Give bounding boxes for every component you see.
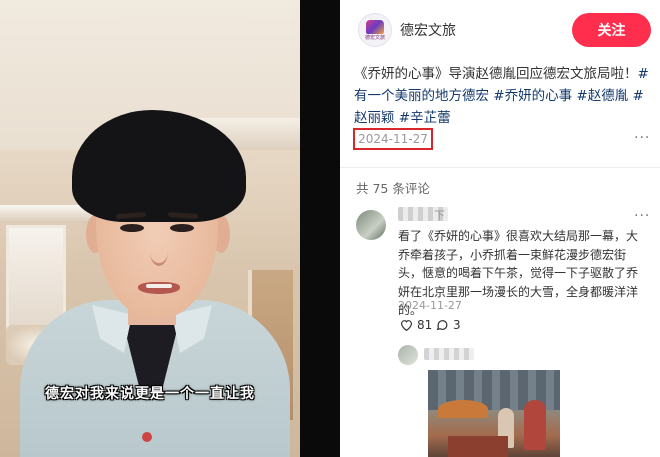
comment-bubble-icon bbox=[436, 319, 449, 331]
hashtag[interactable]: #乔妍的心事 bbox=[493, 88, 572, 104]
speaker-eye-left bbox=[120, 224, 144, 232]
note-title: 《乔妍的心事》导演赵德胤回应德宏文旅局啦！ bbox=[354, 66, 638, 82]
video-subtitle: 德宏对我来说更是一个一直让我 bbox=[45, 386, 255, 402]
photo-table bbox=[448, 436, 508, 457]
hashtag[interactable]: #辛芷蕾 bbox=[399, 110, 451, 126]
commenter-avatar[interactable] bbox=[356, 210, 386, 240]
more-dots-icon[interactable]: ··· bbox=[634, 130, 650, 146]
more-dots-icon[interactable]: ··· bbox=[634, 208, 650, 224]
like-count: 81 bbox=[417, 318, 433, 332]
author-name[interactable]: 德宏文旅 bbox=[400, 20, 456, 40]
reply-count: 3 bbox=[453, 318, 461, 332]
section-divider bbox=[340, 167, 660, 168]
speaker-eye-right bbox=[170, 224, 194, 232]
hashtag[interactable]: #赵德胤 bbox=[576, 88, 628, 104]
speaker-mouth bbox=[138, 282, 180, 294]
speaker-shirt-button bbox=[142, 432, 152, 442]
post-header: 德宏文旅 德宏文旅 关注 bbox=[340, 0, 660, 60]
commenter-avatar[interactable] bbox=[398, 345, 418, 365]
like-button[interactable]: 81 bbox=[400, 318, 432, 332]
post-panel: 德宏文旅 德宏文旅 关注 《乔妍的心事》导演赵德胤回应德宏文旅局啦！#有一个美丽… bbox=[340, 0, 660, 457]
follow-button[interactable]: 关注 bbox=[572, 13, 651, 47]
photo-person bbox=[524, 400, 546, 450]
commenter-name-blurred[interactable] bbox=[424, 348, 474, 360]
comment-count: 共 75 条评论 bbox=[356, 181, 430, 196]
pane-divider bbox=[300, 0, 340, 457]
photo-umbrella bbox=[438, 400, 488, 418]
reply-button[interactable]: 3 bbox=[436, 318, 461, 332]
comment-date: 2024-11-27 bbox=[398, 299, 462, 312]
brand-logo-icon bbox=[366, 19, 384, 34]
commenter-name-suffix: 下 bbox=[434, 209, 445, 222]
speaker-nose bbox=[150, 238, 168, 266]
comment-photo[interactable] bbox=[428, 370, 560, 457]
post-date: 2024-11-27 bbox=[358, 132, 428, 146]
video-player[interactable]: 德宏对我来说更是一个一直让我 bbox=[0, 0, 300, 457]
note-content: 《乔妍的心事》导演赵德胤回应德宏文旅局啦！#有一个美丽的地方德宏 #乔妍的心事 … bbox=[354, 63, 654, 129]
heart-icon bbox=[400, 319, 413, 331]
avatar-mini-text: 德宏文旅 bbox=[364, 34, 385, 41]
post-date-highlight: 2024-11-27 bbox=[353, 128, 433, 150]
author-avatar[interactable]: 德宏文旅 bbox=[358, 13, 392, 47]
